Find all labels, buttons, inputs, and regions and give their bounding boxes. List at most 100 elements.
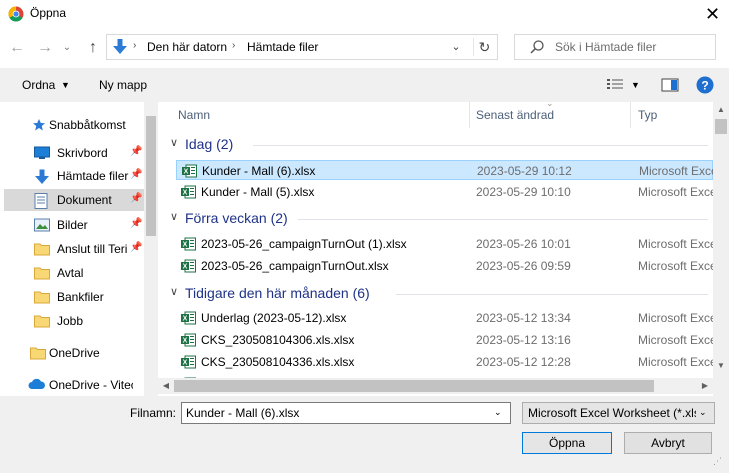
group-title: Tidigare den här månaden (6) [185, 285, 370, 301]
resize-grip-icon[interactable]: ⋰ [713, 456, 727, 470]
organize-button[interactable]: Ordna [22, 78, 55, 92]
sidebar-item-downloads[interactable]: Hämtade filer 📌 [4, 165, 144, 187]
scroll-left-button[interactable]: ◀ [158, 378, 174, 394]
arrow-up-icon: ↑ [89, 39, 97, 56]
svg-text:X: X [183, 316, 188, 323]
sidebar-item-jobb[interactable]: Jobb [4, 310, 144, 332]
help-icon[interactable]: ? [696, 76, 714, 94]
caret-down-icon: ▼ [61, 80, 70, 90]
sidebar-item-pictures[interactable]: Bilder 📌 [4, 214, 144, 236]
filename-input[interactable]: Kunder - Mall (6).xlsx ⌄ [181, 402, 511, 424]
caret-down-icon[interactable]: ▼ [631, 80, 640, 90]
desktop-icon [34, 146, 50, 159]
sidebar-item-onedrive[interactable]: OneDrive [4, 342, 144, 364]
file-date: 2023-05-29 10:10 [476, 185, 571, 199]
column-divider[interactable] [630, 102, 631, 128]
back-button[interactable]: ← [6, 39, 28, 57]
filename-value: Kunder - Mall (6).xlsx [186, 406, 300, 420]
cancel-button[interactable]: Avbryt [624, 432, 712, 454]
refresh-icon: ↻ [478, 39, 491, 55]
scroll-up-button[interactable]: ▲ [713, 102, 729, 118]
file-type: Microsoft Excel [638, 237, 713, 251]
file-type-select[interactable]: Microsoft Excel Worksheet (*.xlsx) ⌄ [522, 402, 715, 424]
scroll-right-button[interactable]: ▶ [697, 378, 713, 394]
search-box[interactable]: Sök i Hämtade filer [514, 34, 716, 60]
sidebar-item-bankfiler[interactable]: Bankfiler [4, 286, 144, 308]
breadcrumb-this-pc[interactable]: Den här datorn [147, 40, 227, 54]
address-dropdown-button[interactable]: ⌄ [447, 38, 465, 56]
sidebar-item-anslut[interactable]: Anslut till Teri 📌 [4, 238, 144, 260]
file-row[interactable]: X Underlag (2023-05-12).xlsx 2023-05-12 … [176, 308, 713, 328]
sidebar-item-onedrive-vitec[interactable]: OneDrive - Vitecso [4, 374, 144, 396]
pin-icon: 📌 [130, 169, 143, 180]
chevron-right-icon: › [232, 40, 236, 51]
address-bar[interactable]: › Den här datorn › Hämtade filer ⌄ ↻ [106, 34, 498, 60]
file-type-value: Microsoft Excel Worksheet (*.xlsx) [528, 406, 696, 420]
file-name: CKS_230508104336.xls.xlsx [201, 355, 355, 369]
close-button[interactable]: ✕ [696, 0, 729, 28]
folder-icon [34, 291, 50, 304]
column-divider[interactable] [469, 102, 470, 128]
scrollbar-thumb[interactable] [146, 116, 156, 236]
chevron-right-icon: › [133, 40, 137, 51]
file-row[interactable]: X Kunder - Mall (6).xlsx 2023-05-29 10:1… [176, 160, 713, 180]
svg-text:X: X [183, 264, 188, 271]
preview-pane-icon[interactable] [661, 78, 679, 92]
column-header-name[interactable]: Namn [178, 108, 210, 122]
excel-file-icon: X [181, 237, 196, 251]
caret-right-icon: ▶ [701, 381, 709, 390]
scrollbar-thumb[interactable] [715, 119, 727, 134]
chevron-down-icon: ∨ [170, 211, 179, 223]
view-options-icon[interactable] [606, 78, 624, 92]
sidebar-item-avtal[interactable]: Avtal [4, 262, 144, 284]
file-row[interactable]: X Kunder - Mall (5).xlsx 2023-05-29 10:1… [176, 182, 713, 202]
sidebar-item-label: Bilder [57, 218, 88, 232]
forward-button[interactable]: → [34, 39, 56, 57]
group-header-today[interactable]: ∨ Idag (2) [168, 134, 708, 156]
file-row[interactable]: X 2023-05-26_campaignTurnOut (1).xlsx 20… [176, 234, 713, 254]
window-title: Öppna [30, 6, 67, 20]
svg-text:X: X [183, 338, 188, 345]
arrow-left-icon: ← [9, 39, 25, 56]
scroll-down-button[interactable]: ▼ [713, 358, 729, 374]
file-type: Microsoft Excel [638, 259, 713, 273]
chevron-down-icon[interactable]: ⌄ [494, 407, 502, 418]
file-row[interactable]: X CKS_230508104336.xls.xlsx 2023-05-12 1… [176, 352, 713, 372]
command-toolbar: Ordna ▼ Ny mapp ▼ ? [0, 68, 729, 102]
cloud-icon [28, 378, 45, 389]
sidebar-item-label: Hämtade filer [57, 169, 129, 183]
open-button[interactable]: Öppna [522, 432, 612, 454]
file-type: Microsoft Excel [639, 164, 713, 178]
pin-icon: 📌 [130, 218, 143, 229]
breadcrumb-downloads[interactable]: Hämtade filer [247, 40, 318, 54]
search-input[interactable]: Sök i Hämtade filer [555, 40, 656, 54]
excel-file-icon: X [182, 164, 197, 178]
column-header-type[interactable]: Typ [638, 108, 657, 122]
file-date: 2023-05-26 09:59 [476, 259, 571, 273]
up-button[interactable]: ↑ [82, 39, 104, 57]
file-type: Microsoft Excel [638, 185, 713, 199]
sidebar-item-desktop[interactable]: Skrivbord 📌 [4, 142, 144, 164]
new-folder-button[interactable]: Ny mapp [99, 78, 147, 92]
sidebar-item-label: Anslut till Teri [57, 242, 128, 256]
file-type: Microsoft Excel [638, 333, 713, 347]
vertical-scrollbar[interactable]: ▲ ▼ [713, 102, 729, 396]
file-date: 2023-05-29 10:12 [477, 164, 572, 178]
group-divider [396, 294, 708, 295]
recent-locations-button[interactable]: ⌄ [60, 39, 74, 57]
svg-text:X: X [183, 242, 188, 249]
file-row[interactable]: X CKS_230508104306.xls.xlsx 2023-05-12 1… [176, 330, 713, 350]
sidebar-item-documents[interactable]: Dokument 📌 [4, 189, 144, 211]
excel-file-icon: X [181, 355, 196, 369]
navigation-pane-scrollbar[interactable] [144, 102, 158, 396]
sidebar-item-quick-access[interactable]: Snabbåtkomst [4, 114, 144, 136]
file-name: CKS_230508104306.xls.xlsx [201, 333, 355, 347]
group-header-earlier-this-month[interactable]: ∨ Tidigare den här månaden (6) [168, 283, 708, 305]
column-header-date[interactable]: Senast ändrad [476, 108, 554, 122]
refresh-button[interactable]: ↻ [473, 38, 495, 56]
file-row[interactable]: X 2023-05-26_campaignTurnOut.xlsx 2023-0… [176, 256, 713, 276]
scrollbar-thumb[interactable] [174, 380, 654, 392]
group-header-last-week[interactable]: ∨ Förra veckan (2) [168, 208, 708, 230]
horizontal-scrollbar[interactable]: ◀ ▶ [158, 378, 713, 394]
folder-icon [34, 243, 50, 256]
